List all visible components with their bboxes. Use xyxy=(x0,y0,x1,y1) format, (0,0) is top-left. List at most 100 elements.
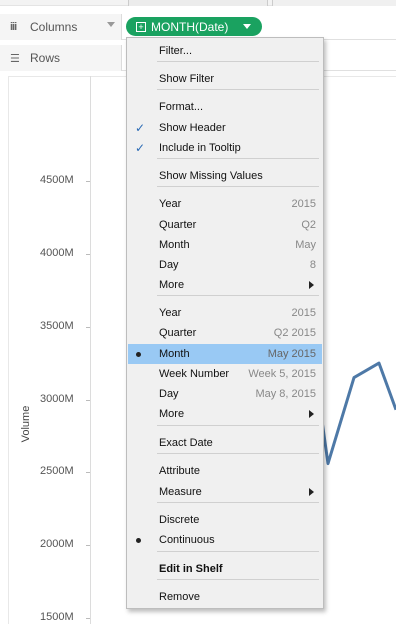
menu-item-label: Format... xyxy=(159,101,204,113)
menu-item-label: Continuous xyxy=(159,534,215,546)
menu-separator xyxy=(157,453,319,454)
menu-item-label: Quarter xyxy=(159,219,197,231)
y-tick-label: 1500M xyxy=(40,611,74,623)
top-toolbar-strip xyxy=(0,0,396,6)
y-tick-label: 2000M xyxy=(40,538,74,550)
month-date-pill[interactable]: + MONTH(Date) xyxy=(126,17,262,36)
menu-item-label: Include in Tooltip xyxy=(159,142,241,154)
menu-item-label: Year xyxy=(159,198,182,210)
bullet-icon xyxy=(136,538,141,543)
menu-item-attribute[interactable]: Attribute xyxy=(128,461,322,481)
menu-item-more[interactable]: More xyxy=(128,275,322,295)
menu-item-show-header[interactable]: ✓ Show Header xyxy=(128,118,322,138)
y-tick-label: 4500M xyxy=(40,174,74,186)
menu-item-label: Edit in Shelf xyxy=(159,563,223,575)
y-axis-title: Volume xyxy=(20,405,32,443)
menu-item-continuous[interactable]: Continuous xyxy=(128,530,322,550)
menu-item-more[interactable]: More xyxy=(128,404,322,424)
menu-item-label: Attribute xyxy=(159,465,200,477)
menu-separator xyxy=(157,61,319,62)
menu-item-quarter[interactable]: Quarter Q2 xyxy=(128,215,322,235)
menu-item-label: Day xyxy=(159,388,179,400)
pill-label: MONTH(Date) xyxy=(151,19,229,34)
checkmark-icon: ✓ xyxy=(134,121,146,135)
rows-label-text: Rows xyxy=(30,51,61,65)
menu-item-label: Exact Date xyxy=(159,437,213,449)
rows-shelf-label: ☰ Rows xyxy=(0,45,122,71)
y-tick-mark xyxy=(86,181,90,182)
menu-item-value: 2015 xyxy=(291,198,316,210)
menu-item-label: More xyxy=(159,408,185,420)
y-tick-mark xyxy=(86,472,90,473)
menu-item-format[interactable]: Format... xyxy=(128,97,322,117)
menu-separator xyxy=(157,158,319,159)
menu-item-measure[interactable]: Measure xyxy=(128,482,322,502)
menu-item-year[interactable]: Year 2015 xyxy=(128,303,322,323)
y-tick-label: 4000M xyxy=(40,247,74,259)
y-tick-label: 2500M xyxy=(40,465,74,477)
menu-item-label: Show Header xyxy=(159,122,226,134)
menu-item-day[interactable]: Day 8 xyxy=(128,255,322,275)
menu-item-month[interactable]: Month May xyxy=(128,235,322,255)
columns-label-text: Columns xyxy=(30,20,78,34)
expand-plus-icon[interactable]: + xyxy=(136,21,146,32)
menu-item-label: Remove xyxy=(159,591,200,603)
menu-item-week-number[interactable]: Week Number Week 5, 2015 xyxy=(128,364,322,384)
menu-item-label: Discrete xyxy=(159,514,200,526)
submenu-arrow-icon xyxy=(309,488,314,496)
menu-item-value: 8 xyxy=(309,259,316,271)
menu-item-value: Q2 xyxy=(301,219,316,231)
menu-item-edit-in-shelf[interactable]: Edit in Shelf xyxy=(128,559,322,579)
menu-item-quarter[interactable]: Quarter Q2 2015 xyxy=(128,323,322,343)
y-tick-mark xyxy=(86,545,90,546)
menu-separator xyxy=(157,186,319,187)
menu-item-label: Week Number xyxy=(159,368,230,380)
menu-item-label: Filter... xyxy=(159,45,193,57)
menu-item-label: Day xyxy=(159,259,179,271)
bullet-icon xyxy=(136,352,141,357)
y-tick-mark xyxy=(86,400,90,401)
columns-icon: iii xyxy=(10,21,17,33)
menu-item-value: Q2 2015 xyxy=(273,327,316,339)
menu-item-remove[interactable]: Remove xyxy=(128,587,322,607)
menu-separator xyxy=(157,425,319,426)
menu-item-label: More xyxy=(159,279,185,291)
menu-item-value: May xyxy=(295,239,316,251)
top-strip-tab-2 xyxy=(272,0,396,6)
y-tick-mark xyxy=(86,618,90,619)
menu-item-label: Measure xyxy=(159,486,202,498)
menu-item-day[interactable]: Day May 8, 2015 xyxy=(128,384,322,404)
top-strip-tab xyxy=(128,0,268,6)
menu-item-discrete[interactable]: Discrete xyxy=(128,510,322,530)
menu-item-year[interactable]: Year 2015 xyxy=(128,194,322,214)
submenu-arrow-icon xyxy=(309,281,314,289)
rows-icon: ☰ xyxy=(10,52,20,65)
y-tick-mark xyxy=(86,254,90,255)
pill-dropdown-icon[interactable] xyxy=(243,24,251,29)
menu-separator xyxy=(157,502,319,503)
menu-item-month[interactable]: Month May 2015 xyxy=(128,344,322,364)
menu-item-show-missing-values[interactable]: Show Missing Values xyxy=(128,166,322,186)
y-tick-label: 3000M xyxy=(40,393,74,405)
columns-shelf-label: iii Columns xyxy=(0,14,122,40)
menu-item-label: Year xyxy=(159,307,182,319)
menu-item-show-filter[interactable]: Show Filter xyxy=(128,69,322,89)
menu-item-value: May 8, 2015 xyxy=(255,388,316,400)
checkmark-icon: ✓ xyxy=(134,141,146,155)
y-tick-mark xyxy=(86,327,90,328)
y-tick-label: 3500M xyxy=(40,320,74,332)
menu-item-value: Week 5, 2015 xyxy=(248,368,316,380)
submenu-arrow-icon xyxy=(309,410,314,418)
menu-separator xyxy=(157,551,319,552)
menu-item-filter[interactable]: Filter... xyxy=(128,41,322,61)
menu-separator xyxy=(157,89,319,90)
menu-item-value: May 2015 xyxy=(267,348,316,360)
menu-item-include-in-tooltip[interactable]: ✓ Include in Tooltip xyxy=(128,138,322,158)
menu-item-exact-date[interactable]: Exact Date xyxy=(128,433,322,453)
chevron-down-icon[interactable] xyxy=(107,22,115,27)
y-axis-line xyxy=(90,76,91,624)
menu-item-label: Show Filter xyxy=(159,73,215,85)
menu-item-value: 2015 xyxy=(291,307,316,319)
menu-separator xyxy=(157,295,319,296)
field-context-menu: Filter... Show Filter Format... ✓ Show Heade… xyxy=(126,37,324,609)
